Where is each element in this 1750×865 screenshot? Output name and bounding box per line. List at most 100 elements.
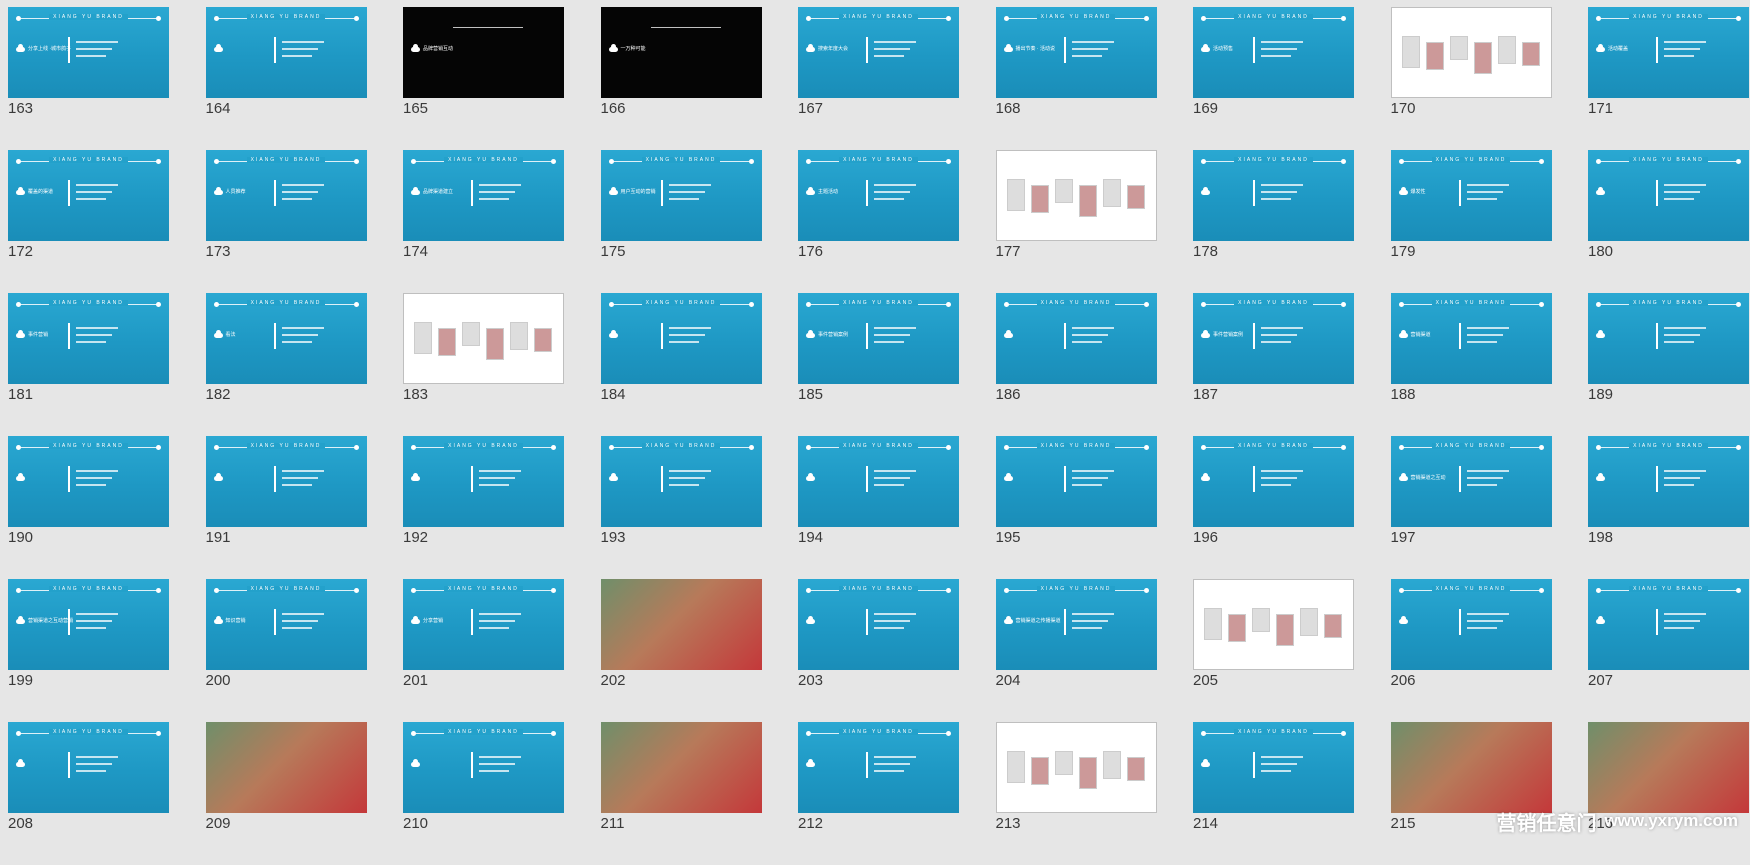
slide-thumbnail[interactable]: XIANG YU BRAND 212 [798,722,959,865]
slide-preview[interactable]: XIANG YU BRAND [1390,579,1552,670]
slide-thumbnail[interactable]: 205 [1193,579,1354,722]
slide-preview[interactable]: XIANG YU BRAND 播出节奏 · 活动说 [995,7,1157,98]
slide-preview[interactable] [1390,7,1552,98]
slide-preview[interactable]: XIANG YU BRAND [1588,579,1749,670]
slide-preview[interactable] [403,293,564,384]
slide-preview[interactable]: XIANG YU BRAND [205,436,367,527]
slide-preview[interactable]: XIANG YU BRAND 分享营销 [403,579,564,670]
slide-preview[interactable]: XIANG YU BRAND 分享上线 ·城市鸽子 [8,7,169,98]
slide-thumbnail[interactable]: XIANG YU BRAND 192 [403,436,564,579]
slide-thumbnail[interactable]: XIANG YU BRAND 196 [1193,436,1354,579]
slide-preview[interactable] [995,722,1157,813]
slide-thumbnail[interactable]: XIANG YU BRAND 主题活动 176 [798,150,959,293]
slide-thumbnail[interactable]: XIANG YU BRAND 营销渠道之传播渠道 204 [995,579,1157,722]
slide-thumbnail[interactable]: XIANG YU BRAND 看法 182 [205,293,367,436]
slide-thumbnail[interactable]: 一万种可能 166 [600,7,762,150]
slide-thumbnail[interactable]: XIANG YU BRAND 189 [1588,293,1749,436]
slide-thumbnail[interactable]: XIANG YU BRAND 186 [995,293,1157,436]
slide-preview[interactable]: XIANG YU BRAND [600,436,762,527]
slide-preview[interactable] [1193,579,1354,670]
slide-preview[interactable]: XIANG YU BRAND 人员推荐 [205,150,367,241]
slide-thumbnail[interactable]: XIANG YU BRAND 分享营销 201 [403,579,564,722]
slide-thumbnail[interactable]: XIANG YU BRAND 营销渠道 188 [1390,293,1552,436]
slide-preview[interactable]: XIANG YU BRAND 知识营销 [205,579,367,670]
slide-preview[interactable]: XIANG YU BRAND 覆盖的渠道 [8,150,169,241]
slide-thumbnail[interactable]: XIANG YU BRAND 活动覆盖 171 [1588,7,1749,150]
slide-preview[interactable]: XIANG YU BRAND [995,293,1157,384]
slide-preview[interactable]: XIANG YU BRAND 事件营销 [8,293,169,384]
slide-preview[interactable]: XIANG YU BRAND 事件营销案例 [798,293,959,384]
slide-thumbnail[interactable]: XIANG YU BRAND 178 [1193,150,1354,293]
slide-preview[interactable]: XIANG YU BRAND 营销渠道之互动 [1390,436,1552,527]
slide-preview[interactable]: XIANG YU BRAND 营销渠道 [1390,293,1552,384]
slide-thumbnail[interactable]: XIANG YU BRAND 203 [798,579,959,722]
slide-preview[interactable]: XIANG YU BRAND [403,722,564,813]
slide-preview[interactable]: XIANG YU BRAND [8,722,169,813]
slide-thumbnail[interactable]: XIANG YU BRAND 206 [1390,579,1552,722]
slide-preview[interactable] [205,722,367,813]
slide-thumbnail[interactable]: 211 [600,722,762,865]
slide-preview[interactable] [600,722,762,813]
slide-preview[interactable]: XIANG YU BRAND [1588,150,1749,241]
slide-thumbnail[interactable]: 216 [1588,722,1749,865]
slide-thumbnail[interactable]: 177 [995,150,1157,293]
slide-preview[interactable]: XIANG YU BRAND 用户互动的营销 [600,150,762,241]
slide-thumbnail[interactable]: XIANG YU BRAND 爆发性 179 [1390,150,1552,293]
slide-thumbnail[interactable]: XIANG YU BRAND 214 [1193,722,1354,865]
slide-preview[interactable]: XIANG YU BRAND [798,579,959,670]
slide-preview[interactable]: 一万种可能 [600,7,762,98]
slide-thumbnail[interactable]: XIANG YU BRAND 193 [600,436,762,579]
slide-preview[interactable]: XIANG YU BRAND 看法 [205,293,367,384]
slide-preview[interactable]: XIANG YU BRAND 爆发性 [1390,150,1552,241]
slide-thumbnail[interactable]: XIANG YU BRAND 覆盖的渠道 172 [8,150,169,293]
slide-thumbnail[interactable]: XIANG YU BRAND 营销渠道之互动 197 [1390,436,1552,579]
slide-preview[interactable] [600,579,762,670]
slide-thumbnail[interactable]: XIANG YU BRAND 190 [8,436,169,579]
slide-preview[interactable] [995,150,1157,241]
slide-thumbnail[interactable]: XIANG YU BRAND 事件营销案例 187 [1193,293,1354,436]
slide-preview[interactable]: XIANG YU BRAND [8,436,169,527]
slide-preview[interactable]: XIANG YU BRAND [995,436,1157,527]
slide-preview[interactable]: 品牌营销互动 [403,7,564,98]
slide-thumbnail[interactable]: XIANG YU BRAND 184 [600,293,762,436]
slide-thumbnail[interactable]: XIANG YU BRAND 用户互动的营销 175 [600,150,762,293]
slide-thumbnail[interactable]: XIANG YU BRAND 播出节奏 · 活动说 168 [995,7,1157,150]
slide-preview[interactable]: XIANG YU BRAND 营销渠道之互动营销 [8,579,169,670]
slide-thumbnail[interactable]: XIANG YU BRAND 164 [205,7,367,150]
slide-preview[interactable]: XIANG YU BRAND 营销渠道之传播渠道 [995,579,1157,670]
slide-thumbnail[interactable]: XIANG YU BRAND 分享上线 ·城市鸽子 163 [8,7,169,150]
slide-preview[interactable]: XIANG YU BRAND [1193,722,1354,813]
slide-thumbnail[interactable]: XIANG YU BRAND 事件营销 181 [8,293,169,436]
slide-preview[interactable]: XIANG YU BRAND 搜索年度大会 [798,7,959,98]
slide-thumbnail[interactable]: 209 [205,722,367,865]
slide-thumbnail[interactable]: XIANG YU BRAND 194 [798,436,959,579]
slide-thumbnail[interactable]: XIANG YU BRAND 活动预售 169 [1193,7,1354,150]
slide-thumbnail[interactable]: XIANG YU BRAND 210 [403,722,564,865]
slide-thumbnail[interactable]: 215 [1390,722,1552,865]
slide-thumbnail[interactable]: 183 [403,293,564,436]
slide-preview[interactable]: XIANG YU BRAND [205,7,367,98]
slide-preview[interactable]: XIANG YU BRAND 活动覆盖 [1588,7,1749,98]
slide-thumbnail[interactable]: XIANG YU BRAND 195 [995,436,1157,579]
slide-thumbnail[interactable]: XIANG YU BRAND 180 [1588,150,1749,293]
slide-preview[interactable]: XIANG YU BRAND [600,293,762,384]
slide-thumbnail[interactable]: XIANG YU BRAND 搜索年度大会 167 [798,7,959,150]
slide-preview[interactable]: XIANG YU BRAND 活动预售 [1193,7,1354,98]
slide-preview[interactable]: XIANG YU BRAND 主题活动 [798,150,959,241]
slide-thumbnail[interactable]: XIANG YU BRAND 知识营销 200 [205,579,367,722]
slide-preview[interactable]: XIANG YU BRAND [1193,436,1354,527]
slide-thumbnail[interactable]: XIANG YU BRAND 208 [8,722,169,865]
slide-thumbnail[interactable]: 品牌营销互动 165 [403,7,564,150]
slide-thumbnail[interactable]: XIANG YU BRAND 品牌渠道建立 174 [403,150,564,293]
slide-thumbnail[interactable]: 202 [600,579,762,722]
slide-thumbnail[interactable]: 170 [1390,7,1552,150]
slide-thumbnail[interactable]: XIANG YU BRAND 事件营销案例 185 [798,293,959,436]
slide-preview[interactable]: XIANG YU BRAND 事件营销案例 [1193,293,1354,384]
slide-preview[interactable]: XIANG YU BRAND [798,436,959,527]
slide-preview[interactable] [1390,722,1552,813]
slide-thumbnail[interactable]: XIANG YU BRAND 191 [205,436,367,579]
slide-thumbnail[interactable]: 213 [995,722,1157,865]
slide-thumbnail[interactable]: XIANG YU BRAND 198 [1588,436,1749,579]
slide-preview[interactable] [1588,722,1749,813]
slide-preview[interactable]: XIANG YU BRAND [1193,150,1354,241]
